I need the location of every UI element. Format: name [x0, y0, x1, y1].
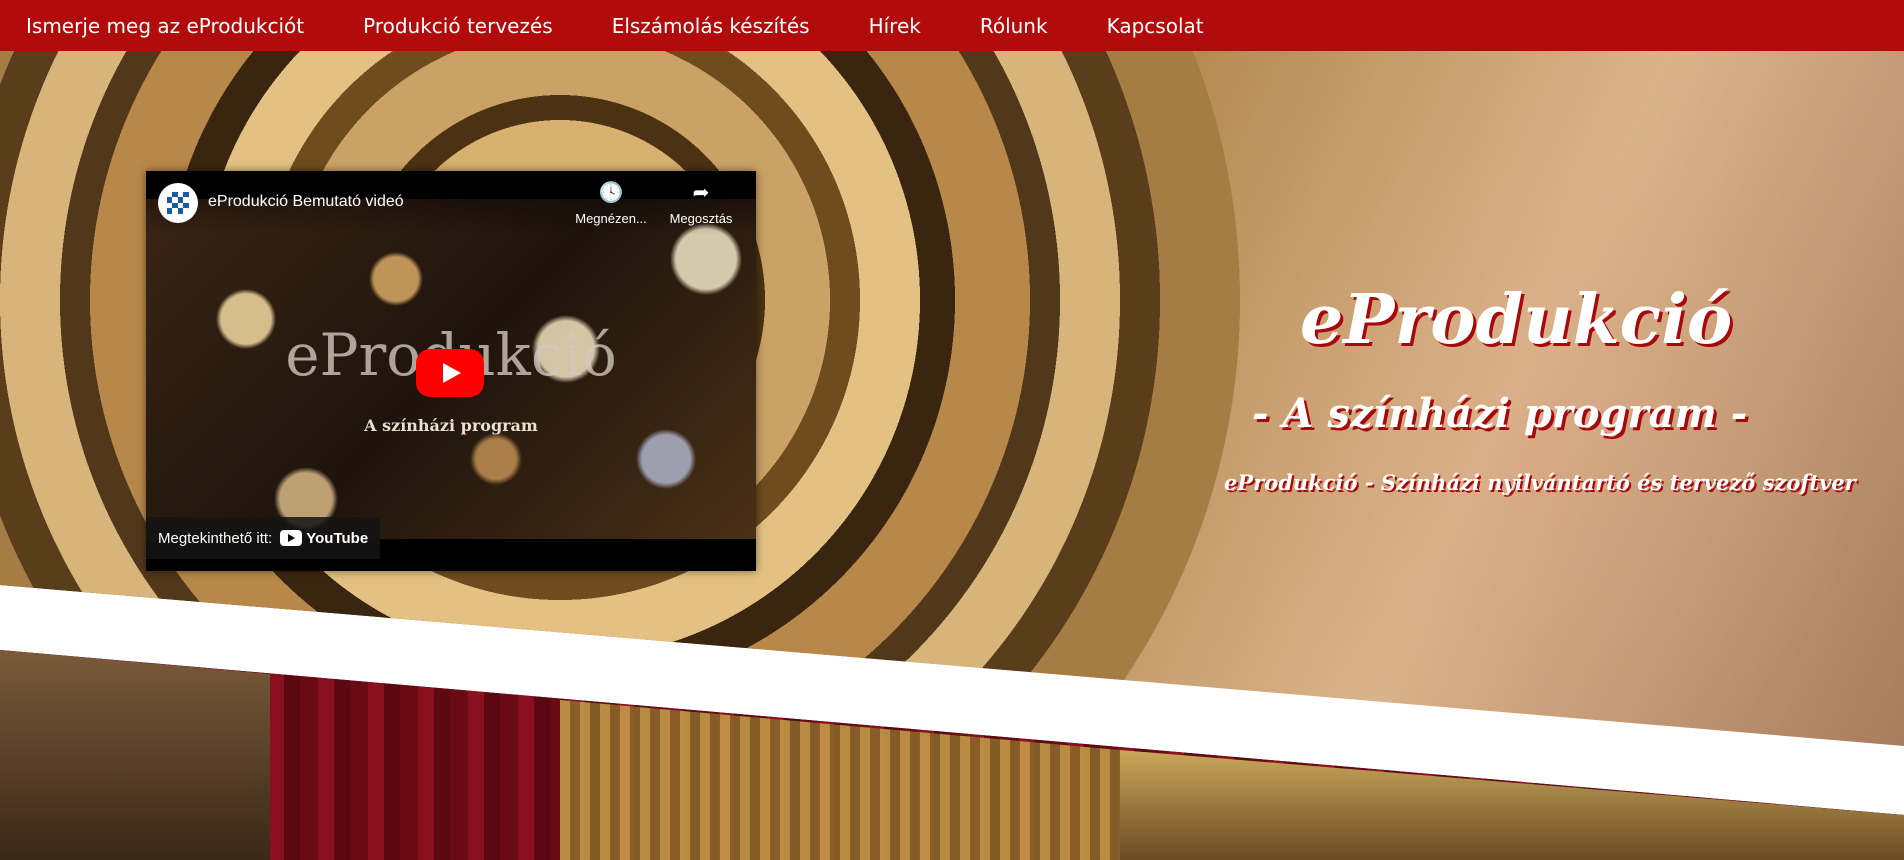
clock-icon: 🕓: [598, 182, 624, 204]
hero-tagline: eProdukció - Színházi nyilvántartó és te…: [1224, 470, 1856, 495]
youtube-video-embed[interactable]: eProdukció A színházi program eProdukció…: [146, 171, 756, 571]
watch-later-label: Megnézen...: [575, 211, 647, 226]
share-label: Megosztás: [669, 211, 733, 226]
nav-item-elszamolas-keszites[interactable]: Elszámolás készítés: [612, 14, 810, 38]
youtube-label: YouTube: [306, 529, 369, 547]
watch-on-youtube-bar[interactable]: Megtekinthető itt: YouTube: [146, 517, 381, 559]
play-button[interactable]: [416, 349, 484, 397]
nav-item-kapcsolat[interactable]: Kapcsolat: [1107, 14, 1204, 38]
nav-item-hirek[interactable]: Hírek: [869, 14, 921, 38]
nav-item-produkcio-tervezes[interactable]: Produkció tervezés: [363, 14, 553, 38]
video-watermark-subtitle: A színházi program: [364, 416, 538, 435]
video-actions: 🕓 Megnézen... ➦ Megosztás: [575, 181, 736, 226]
watch-on-label: Megtekinthető itt:: [158, 529, 273, 547]
theater-balcony-left: [0, 650, 270, 860]
channel-avatar-icon[interactable]: [158, 183, 198, 223]
nav-item-rolunk[interactable]: Rólunk: [980, 14, 1048, 38]
video-header: eProdukció Bemutató videó 🕓 Megnézen... …: [146, 171, 756, 235]
hero-subtitle: - A színházi program -: [1252, 390, 1748, 437]
video-title[interactable]: eProdukció Bemutató videó: [208, 193, 404, 211]
share-icon: ➦: [692, 182, 710, 204]
youtube-logo[interactable]: YouTube: [280, 530, 368, 547]
watch-later-button[interactable]: 🕓 Megnézen...: [575, 181, 647, 226]
nav-item-ismerje-meg[interactable]: Ismerje meg az eProdukciót: [26, 14, 304, 38]
share-button[interactable]: ➦ Megosztás: [666, 181, 736, 226]
hero-title: eProdukció: [1300, 280, 1733, 360]
youtube-play-icon: [280, 530, 303, 546]
top-navigation: Ismerje meg az eProdukciót Produkció ter…: [0, 0, 1904, 51]
